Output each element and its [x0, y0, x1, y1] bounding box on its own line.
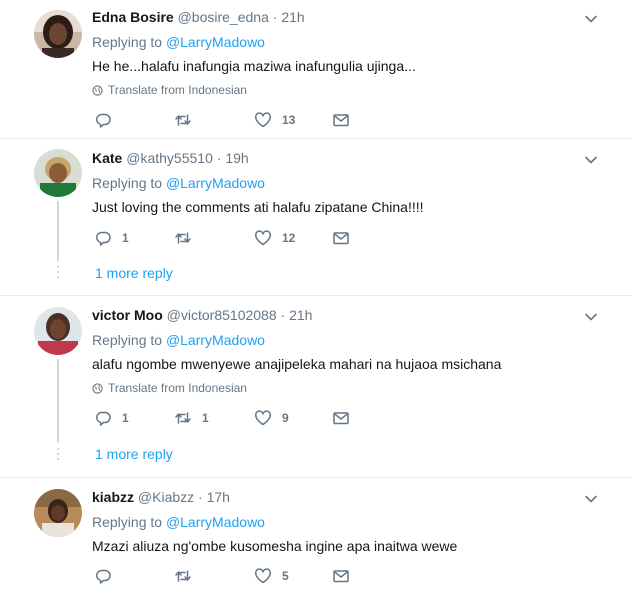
heart-icon — [255, 230, 271, 246]
retweet-button[interactable] — [174, 566, 192, 586]
avatar[interactable] — [34, 10, 82, 58]
envelope-icon — [333, 570, 349, 583]
display-name[interactable]: victor Moo — [92, 307, 163, 323]
separator-dot: · — [272, 9, 278, 25]
retweet-button[interactable] — [174, 228, 192, 248]
like-count: 9 — [282, 411, 289, 425]
like-button[interactable]: 12 — [254, 228, 295, 248]
thread-line — [57, 359, 59, 443]
reply-button[interactable]: 1 — [94, 228, 129, 248]
reply-button[interactable]: 1 — [94, 408, 129, 428]
replying-prefix: Replying to — [92, 332, 163, 348]
handle[interactable]: @bosire_edna — [178, 9, 269, 25]
message-button[interactable] — [332, 408, 350, 428]
translate-link[interactable]: Translate from Indonesian — [92, 380, 247, 396]
handle[interactable]: @Kiabzz — [138, 489, 194, 505]
like-count: 12 — [282, 231, 296, 245]
retweet-count: 1 — [202, 411, 209, 425]
reply-icon — [95, 411, 111, 426]
timestamp[interactable]: 21h — [289, 307, 312, 323]
tweet-text: Just loving the comments ati halafu zipa… — [92, 199, 424, 215]
avatar[interactable] — [34, 149, 82, 197]
like-count: 13 — [282, 113, 296, 127]
heart-icon — [255, 112, 271, 128]
avatar[interactable] — [34, 489, 82, 537]
reply-icon — [95, 113, 111, 128]
retweet-button[interactable] — [174, 110, 192, 130]
retweet-icon — [175, 412, 191, 424]
message-button[interactable] — [332, 110, 350, 130]
envelope-icon — [333, 412, 349, 425]
envelope-icon — [333, 114, 349, 127]
envelope-icon — [333, 232, 349, 245]
timestamp[interactable]: 17h — [207, 489, 230, 505]
chevron-down-icon[interactable] — [584, 12, 598, 26]
replying-to: Replying to @LarryMadowo — [92, 513, 265, 531]
tweet-text: alafu ngombe mwenyewe anajipeleka mahari… — [92, 356, 502, 372]
retweet-icon — [175, 114, 191, 126]
like-button[interactable]: 9 — [254, 408, 289, 428]
message-button[interactable] — [332, 566, 350, 586]
thread-line — [57, 201, 59, 261]
translate-label: Translate from Indonesian — [108, 83, 247, 97]
translate-link[interactable]: Translate from Indonesian — [92, 82, 247, 98]
reply-count: 1 — [122, 411, 129, 425]
chevron-down-icon[interactable] — [584, 492, 598, 506]
replying-to-link[interactable]: @LarryMadowo — [166, 514, 265, 530]
timestamp[interactable]: 19h — [225, 150, 248, 166]
message-button[interactable] — [332, 228, 350, 248]
retweet-icon — [175, 570, 191, 582]
like-count: 5 — [282, 569, 289, 583]
tweet-victor[interactable]: victor Moo @victor85102088 · 21h Replyin… — [0, 296, 632, 477]
replying-to: Replying to @LarryMadowo — [92, 331, 265, 349]
reply-icon — [95, 569, 111, 584]
replying-to: Replying to @LarryMadowo — [92, 33, 265, 51]
more-reply-link[interactable]: 1 more reply — [95, 264, 173, 282]
thread-dots — [57, 448, 59, 463]
display-name[interactable]: kiabzz — [92, 489, 134, 505]
display-name[interactable]: Kate — [92, 150, 122, 166]
tweet-kate[interactable]: Kate @kathy55510 · 19h Replying to @Larr… — [0, 139, 632, 295]
avatar[interactable] — [34, 307, 82, 355]
reply-button[interactable] — [94, 110, 112, 130]
translate-label: Translate from Indonesian — [108, 381, 247, 395]
tweet-text: Mzazi aliuza ng'ombe kusomesha ingine ap… — [92, 538, 458, 554]
replying-to-link[interactable]: @LarryMadowo — [166, 332, 265, 348]
separator-dot: · — [280, 307, 286, 323]
separator-dot: · — [198, 489, 203, 505]
reply-button[interactable] — [94, 566, 112, 586]
like-button[interactable]: 13 — [254, 110, 295, 130]
retweet-button[interactable]: 1 — [174, 408, 209, 428]
chevron-down-icon[interactable] — [584, 153, 598, 167]
tweet-actions: 5 — [94, 566, 454, 586]
thread-dots — [57, 266, 59, 281]
tweet-actions: 13 — [94, 110, 454, 130]
heart-icon — [255, 568, 271, 584]
reply-count: 1 — [122, 231, 129, 245]
more-reply-link[interactable]: 1 more reply — [95, 445, 173, 463]
replying-to: Replying to @LarryMadowo — [92, 174, 265, 192]
tweet-actions: 1 12 — [94, 228, 454, 248]
timestamp[interactable]: 21h — [281, 9, 304, 25]
chevron-down-icon[interactable] — [584, 310, 598, 324]
reply-icon — [95, 231, 111, 246]
replying-to-link[interactable]: @LarryMadowo — [166, 34, 265, 50]
tweet-actions: 1 1 9 — [94, 408, 454, 428]
tweet-edna[interactable]: Edna Bosire @bosire_edna · 21h Replying … — [0, 0, 632, 138]
replying-prefix: Replying to — [92, 34, 163, 50]
replying-prefix: Replying to — [92, 175, 163, 191]
retweet-icon — [175, 232, 191, 244]
handle[interactable]: @kathy55510 — [126, 150, 213, 166]
display-name[interactable]: Edna Bosire — [92, 9, 174, 25]
tweet-text: He he...halafu inafungia maziwa inafungu… — [92, 58, 416, 74]
replying-prefix: Replying to — [92, 514, 163, 530]
separator-dot: · — [216, 150, 222, 166]
globe-icon — [92, 84, 103, 96]
replying-to-link[interactable]: @LarryMadowo — [166, 175, 265, 191]
tweet-kiabzz[interactable]: kiabzz @Kiabzz · 17h Replying to @LarryM… — [0, 478, 632, 590]
like-button[interactable]: 5 — [254, 566, 289, 586]
globe-icon — [92, 382, 103, 394]
handle[interactable]: @victor85102088 — [167, 307, 277, 323]
heart-icon — [255, 410, 271, 426]
